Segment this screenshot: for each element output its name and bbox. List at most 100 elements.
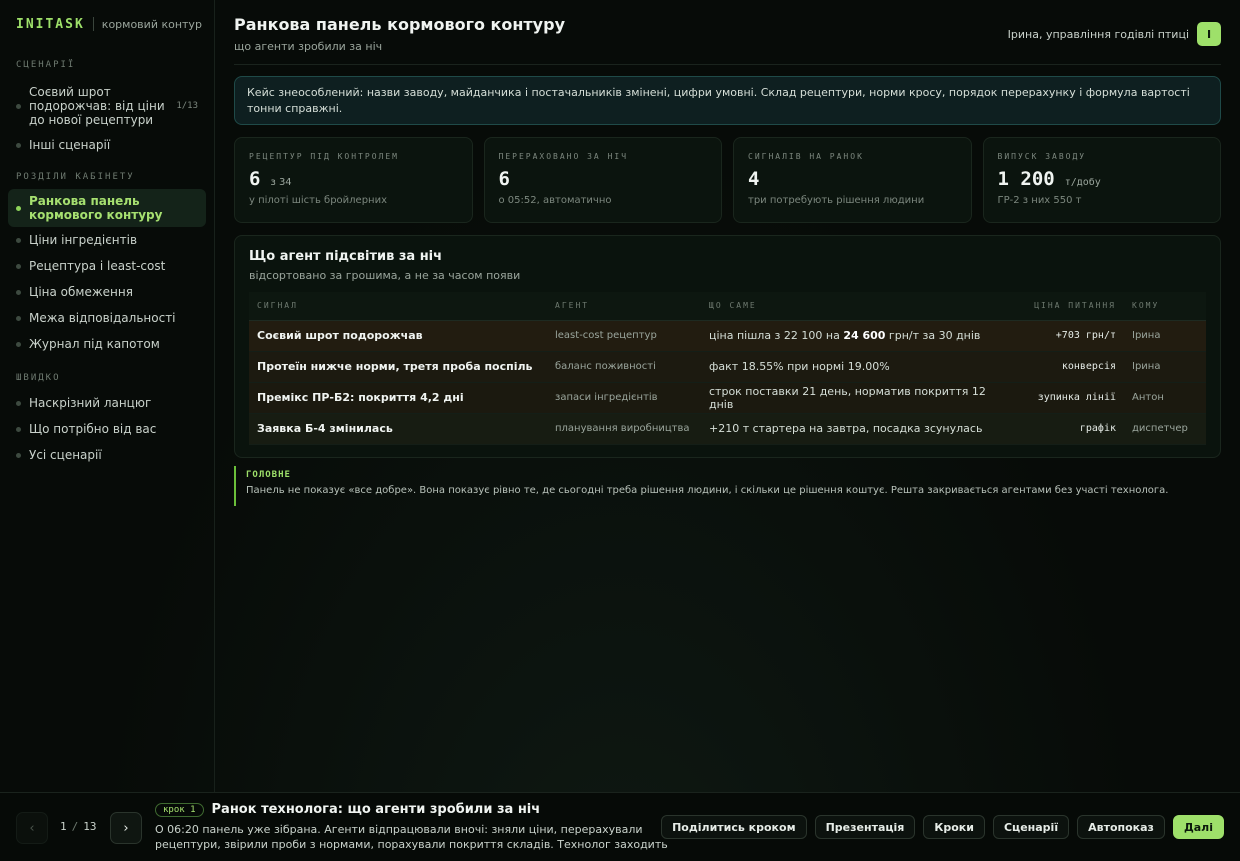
kpi-card-recalculated: ПЕРЕРАХОВАНО ЗА НІЧ 6 о 05:52, автоматич… [483,137,722,223]
sidebar-item-label: Що потрібно від вас [29,422,157,436]
what-text: ціна пішла з 22 100 на [709,329,844,342]
kpi-value: 6 [498,168,510,190]
sidebar-section-quick-title: ШВИДКО [16,373,61,383]
kpi-note: о 05:52, автоматично [498,195,612,206]
who-cell: Ірина [1124,351,1206,383]
kpi-value: 6 [249,168,261,190]
sidebar-item-label: Ціна обмеження [29,285,133,299]
sidebar-item-label: Ранкова панель кормового контуру [29,194,163,222]
chevron-right-icon: › [123,820,129,836]
pager-separator: / [71,820,79,833]
kpi-note: ГР-2 з них 550 т [997,195,1082,206]
sidebar-item-label: Ціни інгредієнтів [29,233,138,247]
agent-cell: баланс поживності [547,351,701,383]
panel-subtitle: відсортовано за грошима, а не за часом п… [249,269,521,282]
sidebar-item-morning-panel[interactable]: Ранкова панель кормового контуру [8,189,206,227]
sidebar-item-label: Рецептура і least-cost [29,259,166,273]
sidebar-item-count: 1/13 [176,101,198,111]
kpi-value: 4 [748,168,760,190]
page-title: Ранкова панель кормового контуру [234,15,565,34]
bullet-dot-icon [16,400,21,406]
sidebar-section-cabinet-title: РОЗДІЛИ КАБІНЕТУ [16,172,135,182]
what-cell: факт 18.55% при нормі 19.00% [701,351,1016,383]
sidebar-item-label: Наскрізний ланцюг [29,396,152,410]
walkthrough-footer: ‹ 1 / 13 › крок 1 Ранок технолога: що аген… [0,792,1240,861]
page-total: 13 [83,820,97,833]
price-cell: конверсія [1016,351,1124,383]
next-step-arrow-button[interactable]: › [110,812,142,844]
anonymization-notice: Кейс знеособлений: назви заводу, майданч… [234,76,1221,125]
sidebar-item-label: Межа відповідальності [29,311,176,325]
callout-title: ГОЛОВНЕ [246,470,291,480]
kpi-unit: т/добу [1064,177,1101,188]
bullet-dot-icon [16,452,21,458]
bullet-dot-icon [16,426,21,432]
share-step-button[interactable]: Поділитись кроком [661,815,807,839]
price-cell: зупинка лінії [1016,382,1124,414]
steps-button[interactable]: Кроки [923,815,985,839]
sidebar-item-recipe-least-cost[interactable]: Рецептура і least-cost [8,253,206,279]
who-cell: Ірина [1124,320,1206,352]
footer-actions: Поділитись кроком Презентація Кроки Сцен… [661,815,1224,839]
brand-subtitle: кормовий контур [101,17,202,31]
sidebar-item-what-needed[interactable]: Що потрібно від вас [8,416,206,442]
column-header-agent[interactable]: АГЕНТ [547,292,701,321]
column-header-signal[interactable]: СИГНАЛ [249,292,547,321]
page-subtitle: що агенти зробили за ніч [234,40,383,53]
sidebar-item-all-scenarios[interactable]: Усі сценарії [8,442,206,468]
step-pager: 1 / 13 [60,820,97,833]
kpi-card-output: ВИПУСК ЗАВОДУ 1 200 т/добу ГР-2 з них 550… [982,137,1221,223]
signals-table: СИГНАЛ АГЕНТ ЩО САМЕ ЦІНА ПИТАННЯ КОМУ С… [249,292,1206,445]
who-cell: Антон [1124,382,1206,414]
column-header-who[interactable]: КОМУ [1124,292,1206,321]
column-header-price[interactable]: ЦІНА ПИТАННЯ [1016,292,1124,321]
sidebar-item-ingredient-prices[interactable]: Ціни інгредієнтів [8,227,206,253]
price-cell: +703 грн/т [1016,320,1124,352]
table-row[interactable]: Премікс ПР-Б2: покриття 4,2 дні запаси і… [249,382,1206,414]
sidebar-item-label: Усі сценарії [29,448,102,462]
kpi-unit: з 34 [270,177,292,188]
brand-divider [92,17,94,31]
what-cell: строк поставки 21 день, норматив покритт… [701,382,1016,414]
what-cell: +210 т стартера на завтра, посадка зсуну… [701,413,1016,445]
price-cell: графік [1016,413,1124,445]
sidebar-item-other-scenarios[interactable]: Інші сценарії [8,132,206,158]
bullet-dot-icon [16,205,21,211]
avatar[interactable]: І [1197,22,1221,46]
kpi-label: СИГНАЛІВ НА РАНОК [748,152,864,161]
user-menu[interactable]: Ірина, управління годівлі птиці І [1008,22,1221,46]
signal-cell: Заявка Б-4 змінилась [249,413,547,445]
column-header-what[interactable]: ЩО САМЕ [701,292,1016,321]
bullet-dot-icon [16,237,21,243]
bullet-dot-icon [16,315,21,321]
sidebar-item-constraint-price[interactable]: Ціна обмеження [8,279,206,305]
kpi-note: три потребують рішення людини [748,195,925,206]
what-highlight: 24 600 [843,329,886,342]
user-name: Ірина, управління годівлі птиці [1007,27,1189,41]
brand[interactable]: INITASK кормовий контур [8,0,206,48]
sidebar-item-log[interactable]: Журнал під капотом [8,331,206,357]
signals-panel: Що агент підсвітив за ніч відсортовано з… [234,235,1221,458]
what-text-end: грн/т за 30 днів [885,329,981,342]
table-row[interactable]: Протеїн нижче норми, третя проба поспіль… [249,351,1206,383]
next-button[interactable]: Далі [1172,815,1224,839]
kpi-note: у пілоті шість бройлерних [249,195,388,206]
sidebar-item-responsibility[interactable]: Межа відповідальності [8,305,206,331]
table-row[interactable]: Заявка Б-4 змінилась планування виробниц… [249,413,1206,445]
who-cell: диспетчер [1124,413,1206,445]
step-description: крок 1 Ранок технолога: що агенти зробил… [155,802,680,852]
presentation-button[interactable]: Презентація [814,815,916,839]
agent-cell: запаси інгредієнтів [547,382,701,414]
signal-cell: Премікс ПР-Б2: покриття 4,2 дні [249,382,547,414]
scenarios-button[interactable]: Сценарії [992,815,1070,839]
page-current: 1 [60,820,67,833]
agent-cell: планування виробництва [547,413,701,445]
bullet-dot-icon [16,289,21,295]
sidebar-item-end-to-end[interactable]: Наскрізний ланцюг [8,390,206,416]
table-row[interactable]: Соєвий шрот подорожчав least-cost рецепт… [249,320,1206,352]
chevron-left-icon: ‹ [29,820,35,836]
key-takeaway-callout: ГОЛОВНЕ Панель не показує «все добре». В… [234,466,1221,506]
previous-step-button[interactable]: ‹ [16,812,48,844]
autoplay-button[interactable]: Автопоказ [1077,815,1165,839]
sidebar-item-scenario-soy[interactable]: Соєвий шрот подорожчав: від ціни до ново… [8,80,206,132]
